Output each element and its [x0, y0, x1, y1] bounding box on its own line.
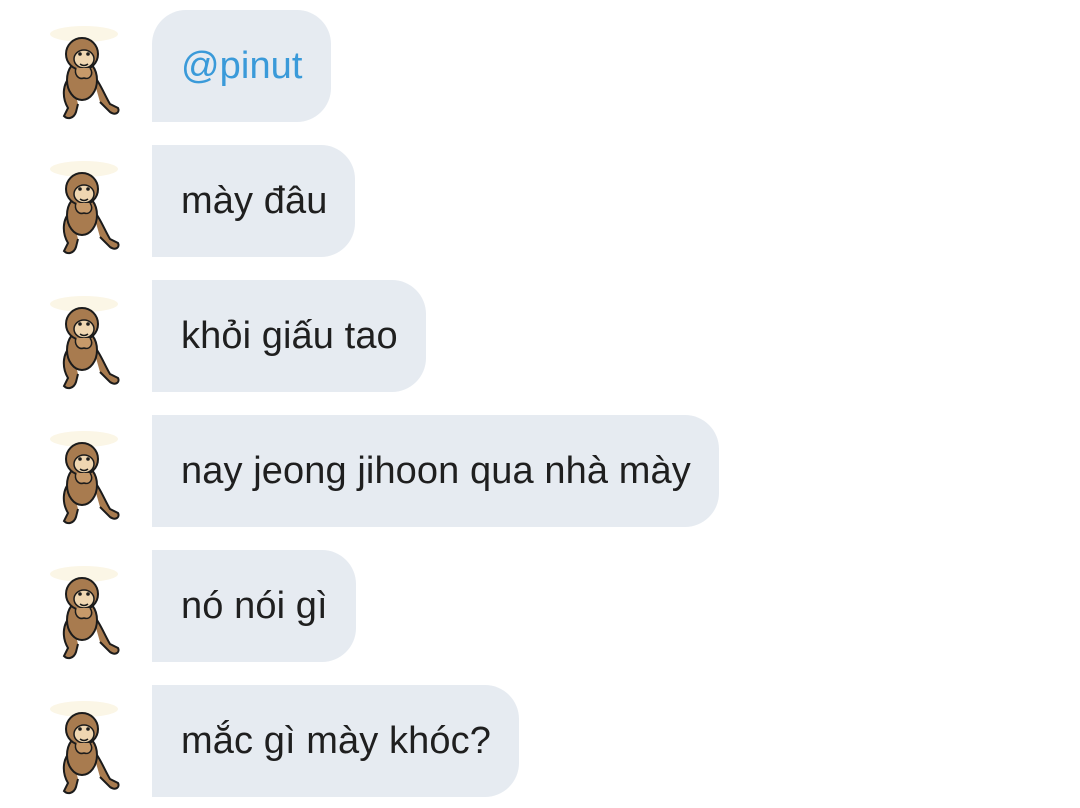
user-mention-link[interactable]: @pinut [181, 45, 303, 88]
message-row: nó nói gì [0, 550, 1080, 662]
message-bubble[interactable]: mày đâu [152, 145, 356, 257]
message-row: @pinut [0, 10, 1080, 122]
message-row: mắc gì mày khóc? [0, 685, 1080, 797]
message-row: nay jeong jihoon qua nhà mày [0, 415, 1080, 527]
chat-message-list: @pinut mày đâu khỏi giấu tao nay jeong j… [0, 0, 1080, 808]
monkey-avatar-icon[interactable] [44, 159, 124, 255]
monkey-avatar-icon[interactable] [44, 24, 124, 120]
message-row: khỏi giấu tao [0, 280, 1080, 392]
message-row: mày đâu [0, 145, 1080, 257]
message-bubble[interactable]: @pinut [152, 10, 331, 122]
monkey-avatar-icon[interactable] [44, 699, 124, 795]
message-text: mày đâu [181, 179, 328, 222]
message-text: khỏi giấu tao [181, 314, 398, 357]
monkey-avatar-icon[interactable] [44, 429, 124, 525]
message-bubble[interactable]: mắc gì mày khóc? [152, 685, 519, 797]
monkey-avatar-icon[interactable] [44, 294, 124, 390]
monkey-avatar-icon[interactable] [44, 564, 124, 660]
message-text: nó nói gì [181, 584, 328, 627]
message-text: mắc gì mày khóc? [181, 719, 491, 762]
message-bubble[interactable]: nay jeong jihoon qua nhà mày [152, 415, 719, 527]
message-bubble[interactable]: nó nói gì [152, 550, 356, 662]
message-text: nay jeong jihoon qua nhà mày [181, 449, 691, 492]
message-bubble[interactable]: khỏi giấu tao [152, 280, 426, 392]
